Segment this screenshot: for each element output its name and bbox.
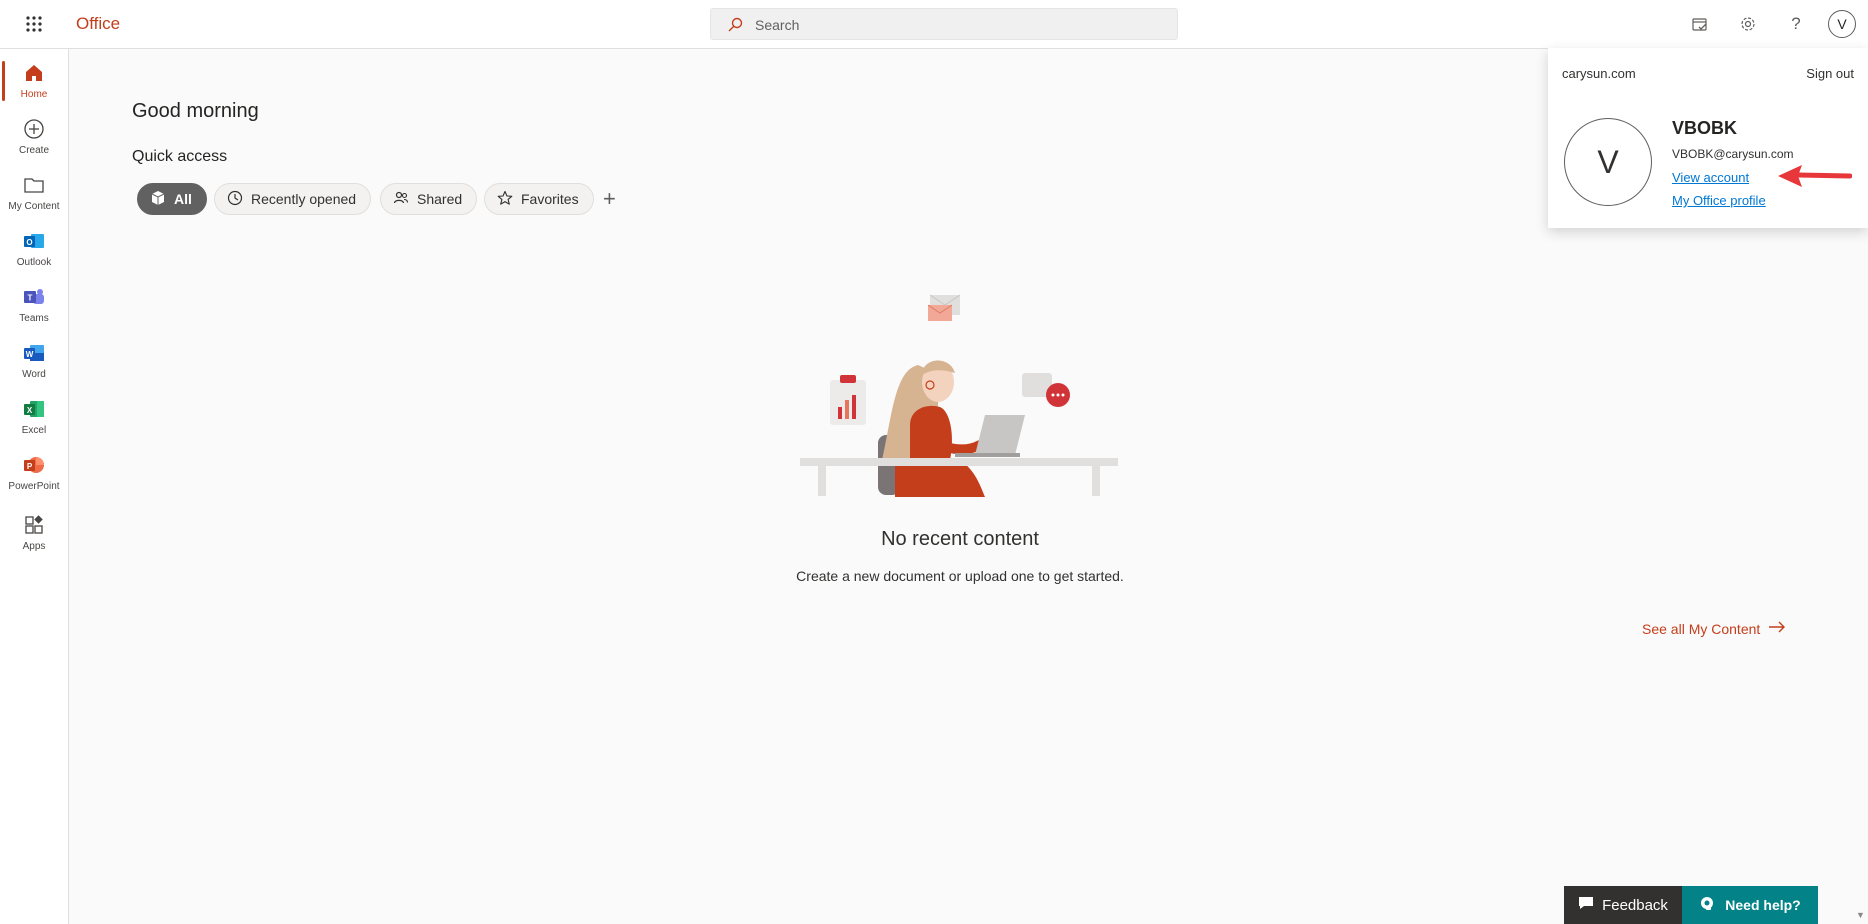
word-icon: W: [22, 341, 46, 365]
empty-state-subtitle: Create a new document or upload one to g…: [796, 568, 1124, 584]
gear-icon[interactable]: [1736, 12, 1760, 36]
tenant-name: carysun.com: [1562, 66, 1636, 81]
search-box[interactable]: Search: [710, 8, 1178, 40]
account-display-name: VBOBK: [1672, 118, 1738, 138]
filter-all-label: All: [174, 191, 192, 207]
rail-item-apps[interactable]: Apps: [0, 507, 68, 561]
empty-state-illustration: [800, 285, 1120, 500]
rail-item-my-content[interactable]: My Content: [0, 167, 68, 221]
account-avatar-button[interactable]: V: [1828, 10, 1856, 38]
app-launcher-icon[interactable]: [18, 12, 50, 36]
outlook-icon: O: [22, 229, 46, 253]
excel-icon: X: [22, 397, 46, 421]
help-icon[interactable]: ?: [1784, 12, 1808, 36]
account-manager-panel: carysun.com Sign out V VBOBK VBOBK@carys…: [1548, 48, 1868, 228]
filter-all[interactable]: All: [137, 183, 207, 215]
cube-icon: [150, 190, 166, 209]
see-all-label: See all My Content: [1642, 620, 1761, 637]
svg-text:W: W: [26, 350, 34, 359]
add-filter-button[interactable]: +: [603, 186, 616, 212]
rail-item-excel[interactable]: X Excel: [0, 391, 68, 445]
scroll-down-icon[interactable]: ▼: [1856, 910, 1865, 920]
sign-out-button[interactable]: Sign out: [1806, 66, 1854, 81]
need-help-button[interactable]: Need help?: [1682, 886, 1818, 924]
my-day-icon[interactable]: [1688, 12, 1712, 36]
rail-item-teams[interactable]: T Teams: [0, 279, 68, 333]
quick-access-heading: Quick access: [132, 148, 228, 165]
need-help-label: Need help?: [1725, 897, 1801, 913]
filter-recently-opened[interactable]: Recently opened: [214, 183, 372, 215]
search-input[interactable]: Search: [755, 17, 799, 33]
filter-favorites[interactable]: Favorites: [484, 183, 594, 215]
feedback-button[interactable]: Feedback: [1564, 886, 1682, 924]
rail-item-create[interactable]: Create: [0, 111, 68, 165]
empty-state-title: No recent content: [881, 528, 1039, 550]
arrow-right-icon: [1768, 620, 1786, 637]
rail-item-outlook[interactable]: O Outlook: [0, 223, 68, 277]
search-icon: [727, 17, 743, 38]
feedback-icon: [1578, 896, 1594, 914]
filter-recently-opened-label: Recently opened: [251, 191, 357, 207]
see-all-my-content-link[interactable]: See all My Content: [1642, 620, 1786, 637]
folder-icon: [22, 173, 46, 197]
feedback-label: Feedback: [1602, 896, 1668, 914]
plus-circle-icon: [22, 117, 46, 141]
clock-icon: [227, 190, 243, 209]
office-brand[interactable]: Office: [76, 14, 120, 34]
filter-shared[interactable]: Shared: [380, 183, 478, 215]
apps-icon: [22, 513, 46, 537]
rail-item-powerpoint[interactable]: P PowerPoint: [0, 447, 68, 501]
svg-text:T: T: [28, 294, 33, 303]
top-bar: Office Search ? V: [0, 0, 1868, 49]
left-rail: Home Create My Content O Outlook T Teams…: [0, 49, 69, 924]
star-icon: [497, 190, 513, 209]
headset-icon: [1699, 896, 1715, 915]
rail-item-word[interactable]: W Word: [0, 335, 68, 389]
filter-shared-label: Shared: [417, 191, 463, 207]
rail-item-home[interactable]: Home: [0, 55, 68, 109]
powerpoint-icon: P: [22, 453, 46, 477]
annotation-arrow-icon: [1776, 164, 1853, 193]
home-icon: [22, 61, 46, 85]
svg-text:P: P: [27, 462, 33, 471]
svg-text:X: X: [27, 406, 33, 415]
svg-text:O: O: [26, 238, 32, 247]
account-email: VBOBK@carysun.com: [1672, 147, 1794, 161]
people-icon: [393, 190, 409, 209]
greeting-heading: Good morning: [132, 100, 259, 122]
view-account-link[interactable]: View account: [1672, 170, 1749, 185]
teams-icon: T: [22, 285, 46, 309]
my-office-profile-link[interactable]: My Office profile: [1672, 193, 1766, 208]
account-avatar: V: [1564, 118, 1652, 206]
filter-favorites-label: Favorites: [521, 191, 579, 207]
